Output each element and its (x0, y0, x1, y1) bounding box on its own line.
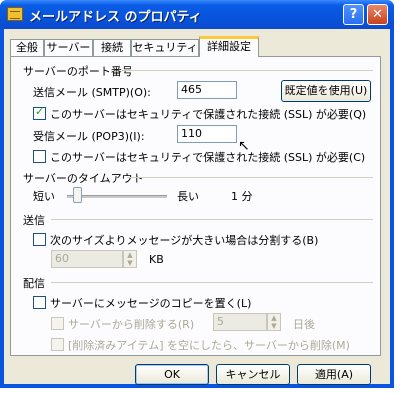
ok-button[interactable]: OK (135, 364, 209, 385)
timeout-slider-track[interactable] (67, 195, 167, 199)
delivery-heading: 配信 (23, 277, 45, 290)
leave-copy-label: サーバーにメッセージのコピーを置く(L) (50, 297, 252, 310)
send-divider (51, 219, 373, 221)
tab-security[interactable]: セキュリティ (131, 39, 199, 56)
properties-window: メールアドレス のプロパティ ? ✕ 全般 サーバー 接続 セキュリティ 詳細設… (0, 0, 394, 388)
timeout-heading: サーバーのタイムアウト (23, 172, 144, 185)
help-button[interactable]: ? (343, 4, 364, 25)
remove-deleted-checkbox[interactable] (51, 338, 64, 351)
delivery-divider (51, 282, 373, 284)
advanced-panel: サーバーのポート番号 送信メール (SMTP)(O): 465 既定値を使用(U… (10, 56, 381, 356)
smtp-ssl-label: このサーバーはセキュリティで保護された接続 (SSL) が必要(Q) (50, 108, 367, 121)
cancel-button[interactable]: キャンセル (216, 364, 290, 385)
split-size-unit: KB (149, 253, 164, 266)
timeout-short-label: 短い (33, 190, 55, 203)
split-size-input[interactable]: 60 (51, 250, 123, 268)
apply-button[interactable]: 適用(A) (297, 364, 371, 385)
tab-connection[interactable]: 接続 (93, 39, 131, 56)
split-messages-label: 次のサイズよりメッセージが大きい場合は分割する(B) (50, 234, 319, 247)
title-bar[interactable]: メールアドレス のプロパティ ? ✕ (0, 0, 394, 29)
send-heading: 送信 (23, 214, 45, 227)
close-button[interactable]: ✕ (367, 4, 388, 25)
pop3-ssl-label: このサーバーはセキュリティで保護された接続 (SSL) が必要(C) (50, 151, 366, 164)
remove-after-label: サーバーから削除する(R) (68, 318, 195, 331)
timeout-divider (127, 177, 373, 179)
tab-general[interactable]: 全般 (10, 39, 44, 56)
split-size-spinner[interactable]: ▲ ▼ (123, 250, 137, 268)
timeout-long-label: 長い (177, 190, 199, 203)
dialog-client: 全般 サーバー 接続 セキュリティ 詳細設定 サーバーのポート番号 送信メール … (4, 29, 390, 385)
smtp-ssl-checkbox[interactable] (33, 105, 46, 120)
envelope-icon (7, 7, 23, 21)
tab-server[interactable]: サーバー (44, 39, 93, 56)
ports-divider (123, 70, 373, 72)
pop3-port-input[interactable]: 110 (177, 125, 237, 143)
pop3-ssl-checkbox[interactable] (33, 150, 46, 163)
leave-copy-checkbox[interactable] (33, 296, 46, 309)
remove-days-unit: 日後 (293, 318, 315, 331)
remove-days-spinner[interactable]: ▲ ▼ (267, 313, 281, 331)
ports-heading: サーバーのポート番号 (23, 65, 133, 78)
remove-deleted-label: [削除済みアイテム] を空にしたら、サーバーから削除(M) (68, 339, 350, 352)
use-default-button[interactable]: 既定値を使用(U) (281, 80, 371, 102)
split-messages-checkbox[interactable] (33, 233, 46, 246)
mouse-cursor-icon: ↖ (238, 138, 250, 154)
remove-after-checkbox[interactable] (51, 317, 64, 330)
tab-advanced[interactable]: 詳細設定 (199, 36, 259, 57)
smtp-port-input[interactable]: 465 (177, 81, 237, 99)
window-title: メールアドレス のプロパティ (29, 10, 202, 25)
timeout-value: 1 分 (231, 190, 253, 203)
smtp-label: 送信メール (SMTP)(O): (33, 86, 151, 99)
remove-days-input[interactable]: 5 (213, 313, 267, 331)
timeout-slider-thumb[interactable] (73, 187, 82, 203)
pop3-label: 受信メール (POP3)(I): (33, 130, 145, 143)
